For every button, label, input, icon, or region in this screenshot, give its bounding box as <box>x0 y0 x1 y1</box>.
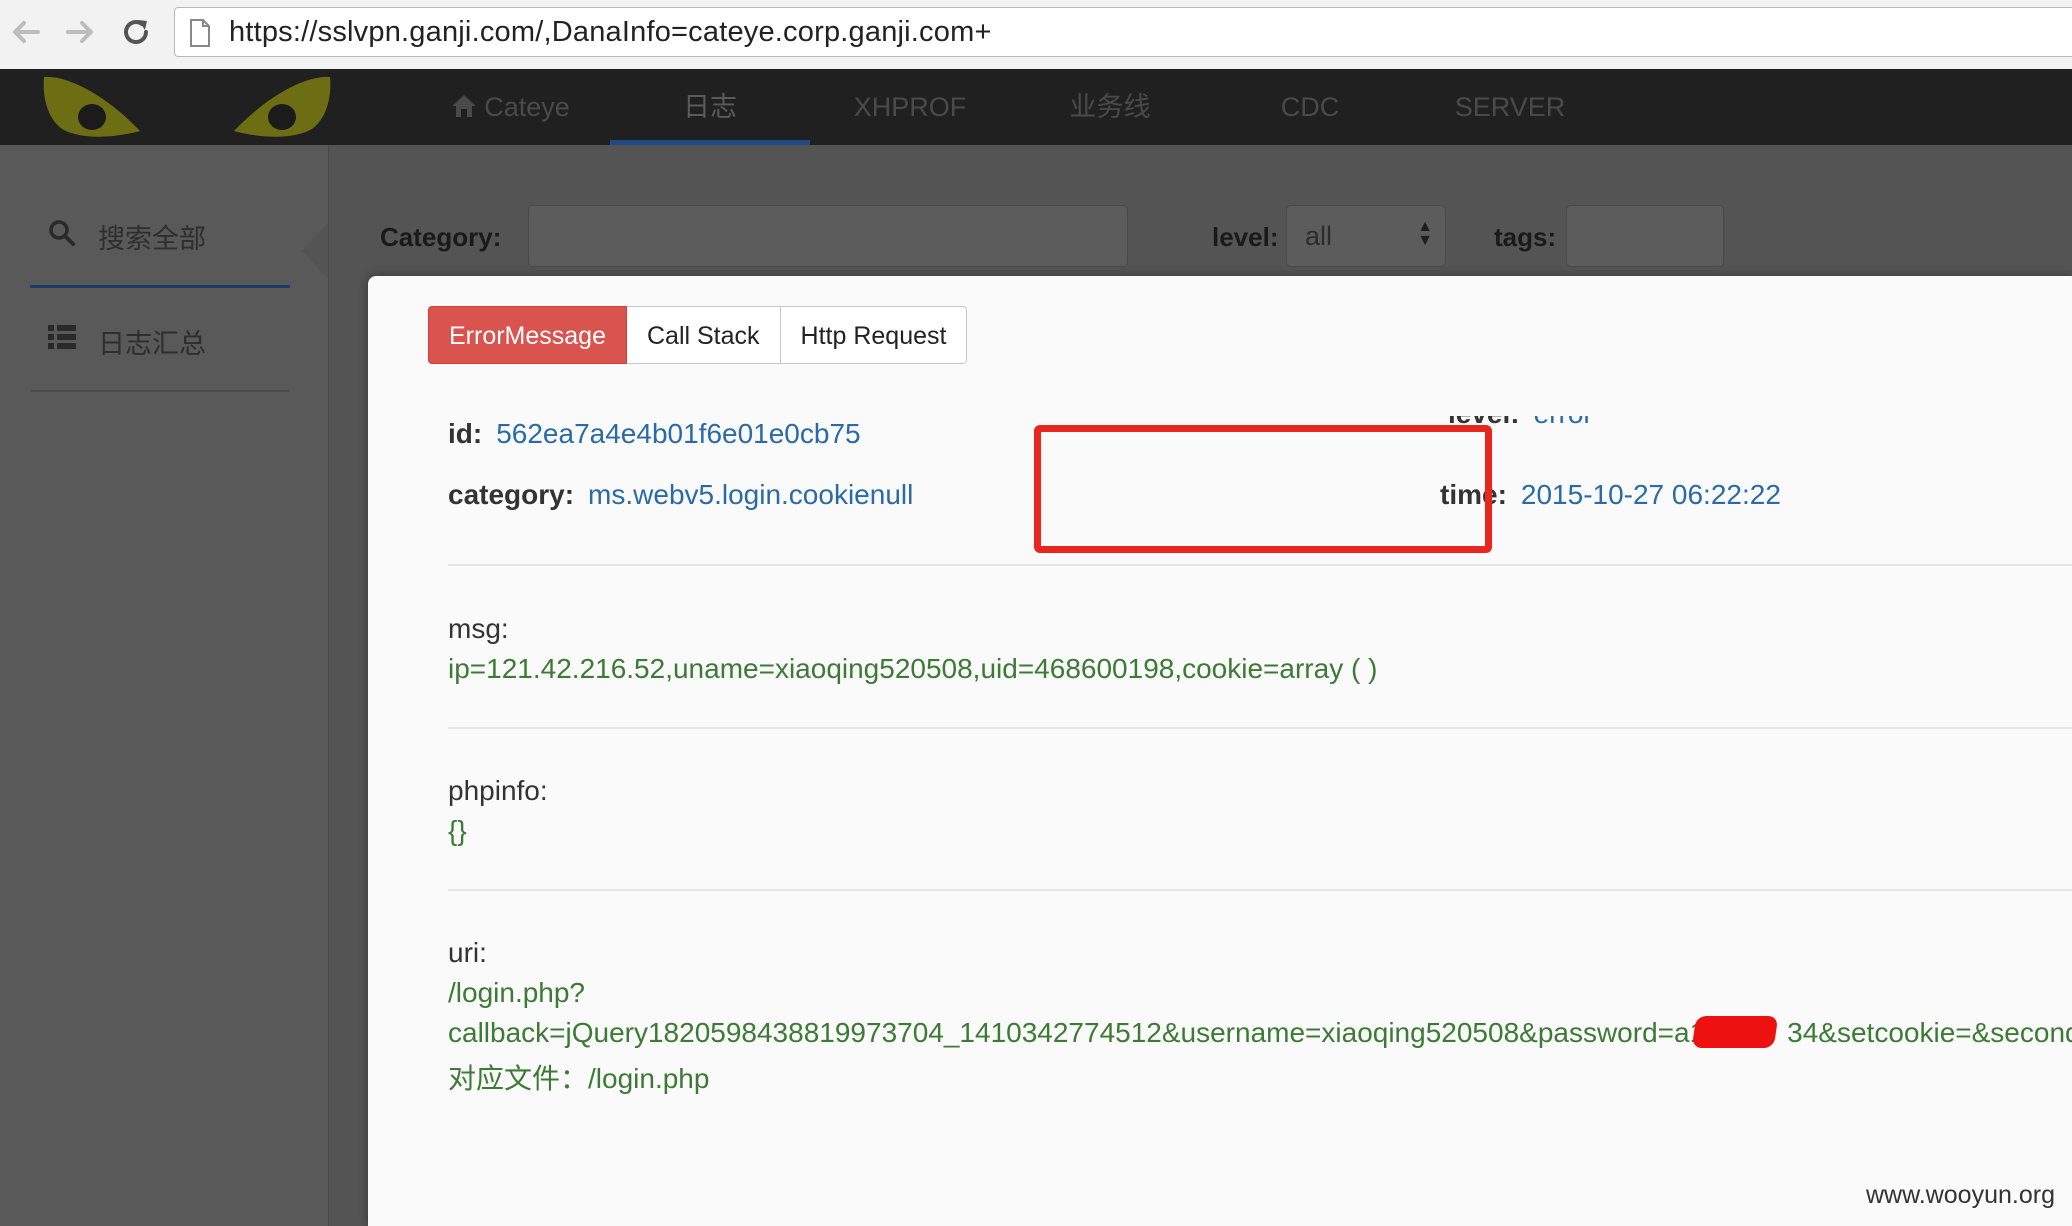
forward-arrow-icon <box>66 21 93 43</box>
sidebar-item-search-all[interactable]: 搜索全部 <box>30 185 290 288</box>
divider <box>448 727 2072 729</box>
select-arrows-icon: ▲ ▼ <box>1417 218 1433 249</box>
url-text[interactable]: https://sslvpn.ganji.com/,DanaInfo=catey… <box>229 16 992 49</box>
category-field: category: ms.webv5.login.cookienull <box>448 479 913 511</box>
forward-button[interactable] <box>60 12 100 52</box>
msg-label: msg: <box>448 613 509 644</box>
phpinfo-label: phpinfo: <box>448 775 548 806</box>
divider <box>448 889 2072 891</box>
phpinfo-value: {} <box>448 815 467 846</box>
uri-label: uri: <box>448 937 487 968</box>
level-select-value: all <box>1305 221 1333 251</box>
back-button[interactable] <box>6 12 46 52</box>
time-value: 2015-10-27 06:22:22 <box>1520 479 1781 510</box>
id-field: id: 562ea7a4e4b01f6e01e0cb75 <box>448 418 861 450</box>
nav-cateye-label: Cateye <box>484 92 570 122</box>
tags-filter-input[interactable] <box>1566 205 1724 267</box>
nav-xhprof-label: XHPROF <box>853 92 967 122</box>
nav-business-line[interactable]: 业务线 <box>1010 69 1210 145</box>
watermark: www.wooyun.org <box>1866 1181 2055 1209</box>
id-value: 562ea7a4e4b01f6e01e0cb75 <box>496 418 861 449</box>
nav-cateye[interactable]: Cateye <box>410 69 610 145</box>
category-filter-input[interactable] <box>528 205 1128 267</box>
level-value: error <box>1534 416 1593 429</box>
tab-http-request[interactable]: Http Request <box>780 306 968 364</box>
nav-server-label: SERVER <box>1454 92 1566 122</box>
cateye-logo[interactable] <box>0 69 360 145</box>
nav-logs-label: 日志 <box>683 92 737 122</box>
sidebar: 搜索全部 日志汇总 <box>0 145 329 1226</box>
app-header: Cateye 日志 XHPROF 业务线 CDC SERVER <box>0 69 2072 145</box>
sidebar-item-search-all-label: 搜索全部 <box>98 224 206 254</box>
tab-error-message[interactable]: ErrorMessage <box>428 306 627 364</box>
reload-icon <box>124 20 148 44</box>
level-select[interactable]: all ▲ ▼ <box>1286 205 1446 267</box>
detail-tabs: ErrorMessage Call Stack Http Request <box>428 306 968 366</box>
tab-call-stack[interactable]: Call Stack <box>627 306 781 364</box>
page-icon <box>190 19 210 47</box>
id-label: id: <box>448 418 483 449</box>
category-value: ms.webv5.login.cookienull <box>588 479 914 510</box>
uri-query-head: callback=jQuery1820598438819973704_14103… <box>448 1017 1706 1048</box>
log-detail-modal: ErrorMessage Call Stack Http Request id:… <box>368 276 2072 1226</box>
nav-server[interactable]: SERVER <box>1410 69 1610 145</box>
nav-cdc-label: CDC <box>1280 92 1340 122</box>
reload-button[interactable] <box>116 12 156 52</box>
browser-toolbar: https://sslvpn.ganji.com/,DanaInfo=catey… <box>0 0 2072 70</box>
search-icon <box>49 220 75 246</box>
list-icon <box>48 325 76 349</box>
category-filter-label: Category: <box>380 222 502 252</box>
level-filter-label: level: <box>1212 222 1279 252</box>
uri-query-tail: 34&setcookie=&second= <box>1787 1017 2072 1048</box>
highlight-box <box>1034 425 1492 553</box>
msg-value: ip=121.42.216.52,uname=xiaoqing520508,ui… <box>448 653 1378 684</box>
back-arrow-icon <box>13 21 40 43</box>
uri-query: callback=jQuery1820598438819973704_14103… <box>448 1017 2072 1049</box>
home-icon <box>452 95 477 117</box>
tags-filter-label: tags: <box>1494 222 1557 252</box>
sidebar-item-log-summary[interactable]: 日志汇总 <box>30 290 290 392</box>
uri-file: 对应文件：/login.php <box>448 1063 710 1094</box>
nav-business-line-label: 业务线 <box>1069 92 1151 122</box>
sidebar-item-log-summary-label: 日志汇总 <box>98 329 206 359</box>
redaction-mark <box>1691 1016 1779 1048</box>
uri-path: /login.php? <box>448 977 586 1008</box>
divider <box>448 564 2072 566</box>
sidebar-caret <box>302 223 328 279</box>
nav-xhprof[interactable]: XHPROF <box>810 69 1010 145</box>
address-bar[interactable]: https://sslvpn.ganji.com/,DanaInfo=catey… <box>174 7 2072 57</box>
category-label: category: <box>448 479 575 510</box>
nav-cdc[interactable]: CDC <box>1210 69 1410 145</box>
nav-logs[interactable]: 日志 <box>610 69 810 145</box>
